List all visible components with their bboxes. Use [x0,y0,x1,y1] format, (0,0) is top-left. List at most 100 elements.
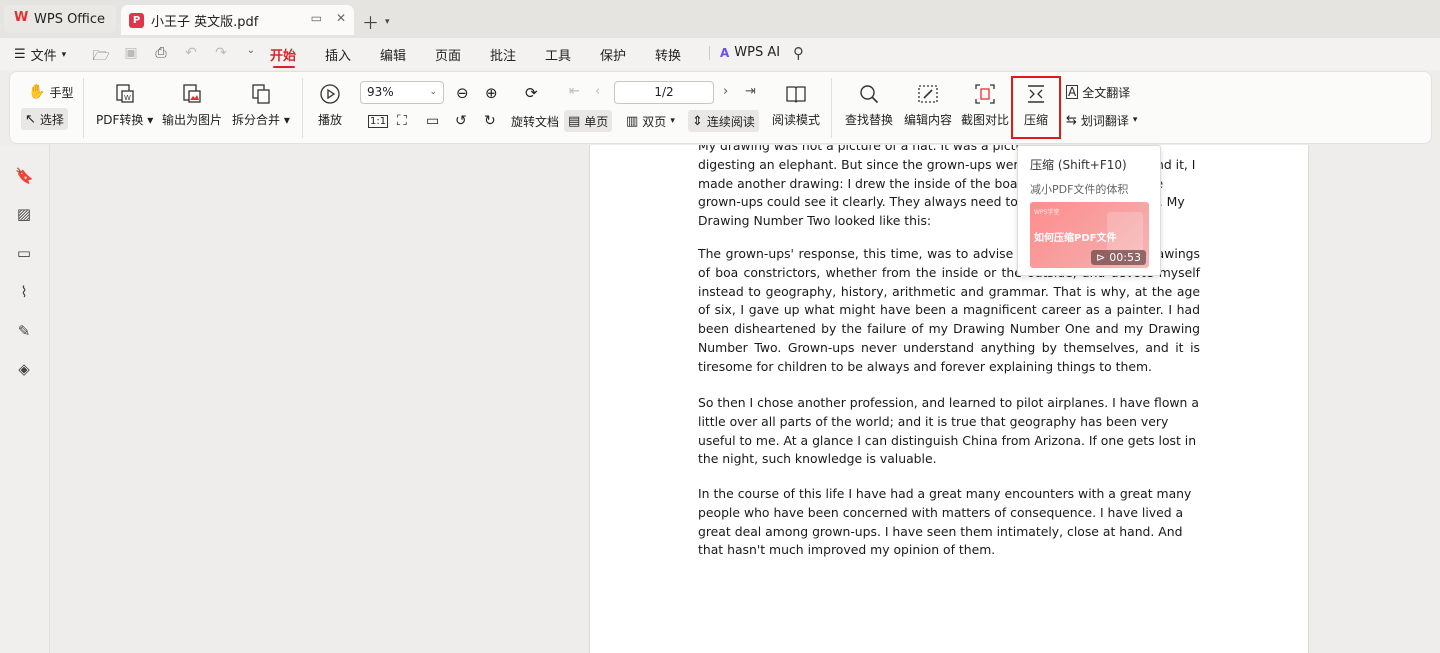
export-image-label: 输出为图片 [162,113,223,127]
menu-tab[interactable]: 页面 [435,45,490,64]
zoom-out-button[interactable]: ⊖ [452,82,473,104]
find-replace-label: 查找替换 [845,113,894,127]
zoom-in-button[interactable]: ⊕ [481,82,502,104]
thumbnail-icon[interactable]: ▨ [15,205,33,223]
read-mode-label: 阅读模式 [772,113,821,127]
tab-wps-office[interactable]: WPS Office [4,5,116,33]
comment-icon[interactable]: ▭ [15,244,33,262]
play-button[interactable]: 播放 [318,82,342,128]
chevron-down-icon: ⌄ [429,87,437,97]
export-image-button[interactable]: 输出为图片 [162,82,222,128]
split-merge-button[interactable]: 拆分合并 ▾ [232,82,290,128]
rotate-document-icon-button[interactable]: ⟳ [521,82,542,104]
tab-home-label: WPS Office [34,11,106,27]
open-folder-icon[interactable]: 🗁 [92,45,110,69]
left-sidebar: 🔖 ▨ ▭ ⌇ ✎ ◈ [0,145,50,653]
menu-tab[interactable]: 保护 [600,45,655,64]
menu-tab[interactable]: 工具 [545,45,600,64]
chevron-down-icon: ▾ [61,49,67,60]
file-menu-label: 文件 [30,49,57,64]
rotate-right-button[interactable]: ↻ [480,110,500,132]
attachment-icon[interactable]: ⌇ [15,283,33,301]
next-page-icon[interactable]: › [723,84,728,99]
find-replace-button[interactable]: 查找替换 [845,82,893,128]
menu-tab[interactable]: 编辑 [380,45,435,64]
single-page-icon: ▤ [568,113,581,129]
search-icon[interactable]: ⚲ [793,44,804,62]
screenshot-compare-label: 截图对比 [961,113,1010,127]
first-page-icon[interactable]: ⇤ [569,84,580,99]
zoom-select[interactable]: 93% ⌄ [360,81,444,104]
edit-content-button[interactable]: 编辑内容 [904,82,952,128]
rotate-left-button[interactable]: ↺ [451,110,471,132]
pdf-page: My drawing was not a picture of a hat. I… [589,145,1309,653]
wps-ai-icon: A [720,45,730,60]
last-page-icon[interactable]: ⇥ [745,84,756,99]
undo-icon[interactable]: ↶ [182,45,200,69]
zoom-out-icon: ⊖ [456,84,469,102]
menu-tab[interactable]: 插入 [325,45,380,64]
full-translate-label: 全文翻译 [1082,85,1131,100]
full-translate-button[interactable]: A 全文翻译 [1062,81,1134,103]
continuous-read-label: 连续阅读 [706,114,755,129]
menu-tab[interactable]: 开始 [270,45,325,64]
layers-icon[interactable]: ◈ [15,360,33,378]
hamburger-icon: ☰ [14,47,26,62]
tooltip-description: 减小PDF文件的体积 [1030,183,1129,196]
pdf-convert-button[interactable]: W PDF转换 ▾ [96,82,153,128]
cursor-icon: ↖ [25,111,36,127]
fit-page-icon: ⛶ [397,113,407,129]
read-mode-button[interactable]: 阅读模式 [772,82,820,128]
hand-tool-label: 手型 [49,85,74,100]
pdf-convert-label: PDF转换 ▾ [96,113,154,127]
book-icon [784,82,808,106]
video-tag: WPS学堂 [1034,209,1060,216]
svg-text:W: W [124,94,131,102]
close-tab-icon[interactable]: ✕ [336,11,346,25]
file-menu[interactable]: ☰ 文件 ▾ [14,45,66,64]
new-tab-icon[interactable]: ＋ [362,9,379,34]
screenshot-compare-button[interactable]: 截图对比 [961,82,1009,128]
page-number-input[interactable]: 1/2 [614,81,714,104]
tutorial-video-thumbnail[interactable]: WPS学堂 如何压缩PDF文件 ⊳ 00:53 [1030,202,1149,268]
select-tool-button[interactable]: ↖ 选择 [21,108,68,130]
redo-icon[interactable]: ↷ [212,45,230,69]
fit-width-button[interactable]: ▭ [422,110,443,132]
tab-document[interactable]: P 小王子 英文版.pdf ▭ ✕ [121,5,354,35]
tab-bar: WPS Office P 小王子 英文版.pdf ▭ ✕ ＋ ▾ [0,0,1440,38]
pin-window-icon[interactable]: ▭ [311,11,322,25]
tab-document-title: 小王子 英文版.pdf [151,14,259,30]
hand-tool-button[interactable]: ✋ 手型 [24,81,77,103]
continuous-read-button[interactable]: ⇕ 连续阅读 [688,110,759,132]
actual-size-icon: 1:1 [368,114,389,128]
fit-page-button[interactable]: ⛶ [393,110,411,132]
toolbar-separator [83,78,84,138]
rotate-document-label: 旋转文档 [511,114,560,129]
translate-icon: A [1066,85,1079,99]
tooltip-title: 压缩 (Shift+F10) [1030,158,1127,172]
wps-ai-button[interactable]: A WPS AI [720,45,780,60]
word-translate-button[interactable]: ⇆ 划词翻译 ▾ [1062,109,1141,131]
single-page-label: 单页 [584,114,609,129]
single-page-button[interactable]: ▤ 单页 [564,110,613,132]
menu-tab[interactable]: 批注 [490,45,545,64]
paragraph: In the course of this life I have had a … [698,486,1192,558]
rotate-document-button[interactable]: 旋转文档 [507,110,563,132]
signature-icon[interactable]: ✎ [15,322,33,340]
double-page-button[interactable]: ▥ 双页 ▾ [622,110,679,132]
edit-content-label: 编辑内容 [904,113,953,127]
save-icon[interactable]: ▣ [122,45,140,69]
chevron-down-icon[interactable]: ▾ [385,17,390,27]
active-tab-indicator [273,66,295,68]
print-icon[interactable]: ⎙ [152,45,170,69]
play-circle-icon: ⊳ [1096,251,1106,264]
actual-size-button[interactable]: 1:1 [364,110,392,132]
play-icon [318,82,342,106]
previous-page-icon[interactable]: ‹ [595,84,600,99]
zoom-value: 93% [367,85,394,99]
menu-tab[interactable]: 转换 [655,45,710,64]
chevron-down-icon: ▾ [670,116,675,126]
menu-separator [709,46,710,60]
more-chevron-icon[interactable]: ⌄ [242,45,260,69]
bookmark-icon[interactable]: 🔖 [15,167,34,185]
